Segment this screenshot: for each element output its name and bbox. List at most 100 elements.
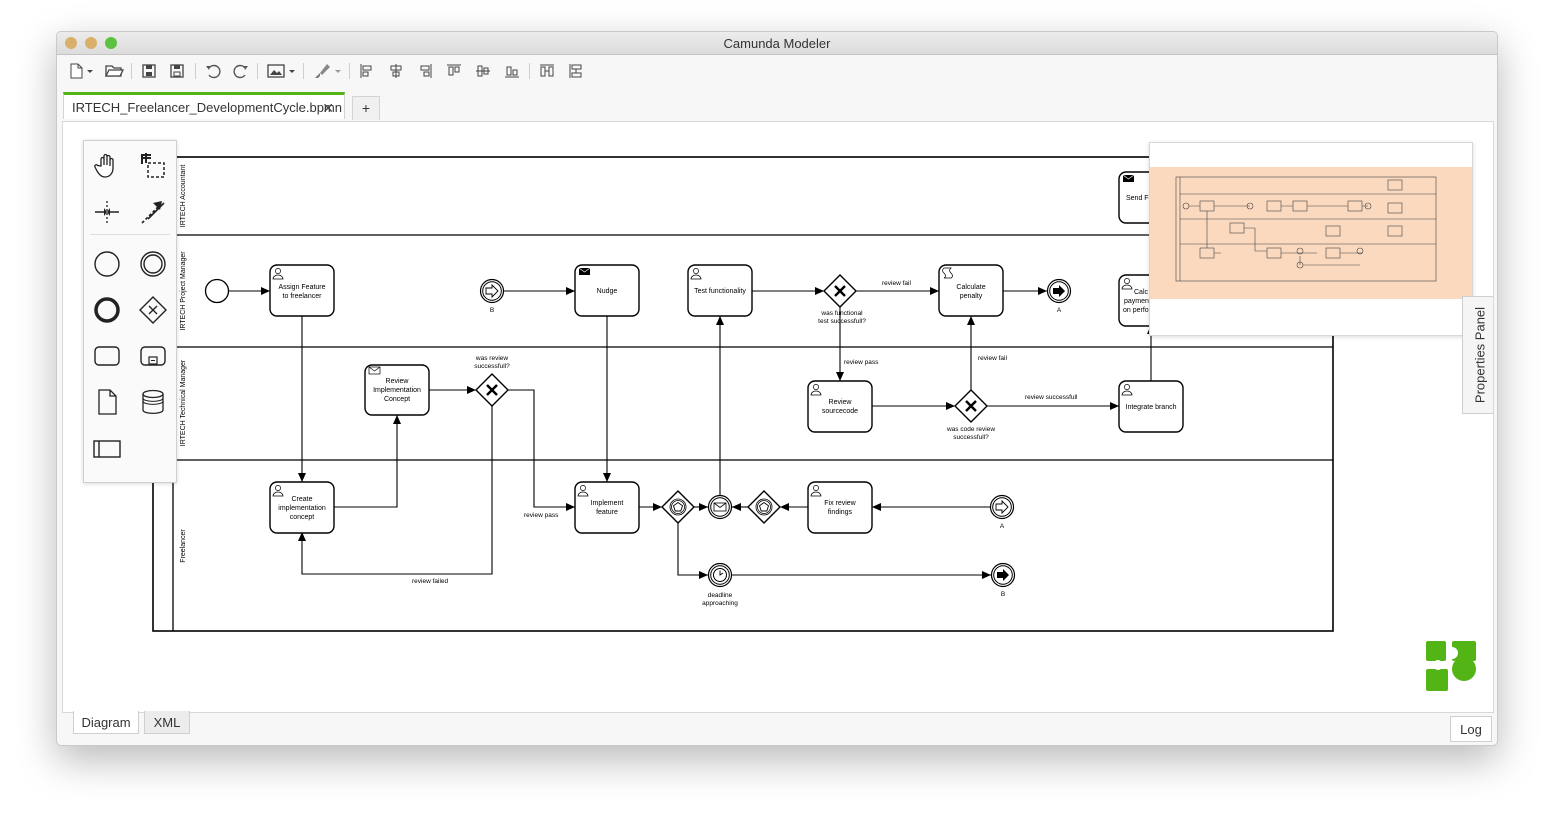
task-label: Integrate branch xyxy=(1126,404,1177,411)
start-event-icon xyxy=(94,251,120,277)
link-catch-event-a[interactable]: A xyxy=(989,494,1015,531)
event-based-gateway[interactable] xyxy=(747,490,781,524)
flow-label-review-fail: review fail xyxy=(882,280,911,287)
align-bottom-button[interactable] xyxy=(502,60,522,82)
tab-xml[interactable]: XML xyxy=(144,711,190,734)
image-icon xyxy=(267,64,295,78)
task-test-functionality[interactable]: Test functionality xyxy=(687,264,753,317)
event-label: deadline xyxy=(708,592,733,599)
hand-tool[interactable] xyxy=(90,149,124,183)
save-button[interactable] xyxy=(139,60,159,82)
end-event-icon xyxy=(94,297,120,323)
link-catch-event-b[interactable]: B xyxy=(479,278,505,315)
camunda-logo xyxy=(1426,641,1476,691)
align-center-button[interactable] xyxy=(386,60,406,82)
create-subprocess[interactable] xyxy=(136,339,170,373)
distribute-vertical-icon xyxy=(569,64,582,78)
gateway-review-successful[interactable]: was review successfull? xyxy=(474,355,510,407)
task-create-implementation-concept[interactable]: Create implementation concept xyxy=(269,481,335,534)
toolbar-separator xyxy=(529,63,530,79)
distribute-horizontal-button[interactable] xyxy=(537,60,557,82)
align-right-button[interactable] xyxy=(415,60,435,82)
properties-panel-label: Properties Panel xyxy=(1472,306,1488,404)
task-assign-feature[interactable]: Assign Feature to freelancer xyxy=(269,264,335,317)
toolbar-separator xyxy=(131,63,132,79)
align-left-button[interactable] xyxy=(357,60,377,82)
align-top-icon xyxy=(447,64,461,76)
minimap-viewport[interactable] xyxy=(1150,167,1472,299)
link-throw-event-b[interactable]: B xyxy=(990,562,1016,599)
tool-palette xyxy=(83,140,177,483)
toolbar-separator xyxy=(349,63,350,79)
create-start-event[interactable] xyxy=(90,247,124,281)
close-tab-icon[interactable]: ✕ xyxy=(322,100,334,117)
link-throw-event-a[interactable]: A xyxy=(1046,278,1072,315)
event-label: A xyxy=(1000,523,1005,530)
task-implement-feature[interactable]: Implement feature xyxy=(574,481,640,534)
align-top-button[interactable] xyxy=(444,60,464,82)
event-label: A xyxy=(1057,307,1062,314)
subprocess-icon xyxy=(140,346,166,366)
create-data-store[interactable] xyxy=(136,385,170,419)
palette-separator xyxy=(90,234,170,235)
save-as-button[interactable] xyxy=(167,60,187,82)
distribute-vertical-button[interactable] xyxy=(566,60,586,82)
create-end-event[interactable] xyxy=(90,293,124,327)
color-picker-button[interactable] xyxy=(310,60,344,82)
create-data-object[interactable] xyxy=(90,385,124,419)
new-file-icon xyxy=(70,63,93,79)
gateway-functional-test[interactable]: was functional test successfull? xyxy=(818,274,866,325)
create-intermediate-event[interactable] xyxy=(136,247,170,281)
gateway-label: was review xyxy=(475,355,508,362)
open-file-button[interactable] xyxy=(103,60,125,82)
align-center-icon xyxy=(390,64,402,78)
lasso-tool[interactable] xyxy=(136,149,170,183)
tab-diagram-label: Diagram xyxy=(81,714,131,730)
new-tab-button[interactable]: + xyxy=(352,96,380,120)
task-integrate-branch[interactable]: Integrate branch xyxy=(1118,380,1184,433)
start-event[interactable] xyxy=(204,278,230,304)
redo-icon xyxy=(233,64,248,79)
connect-tool[interactable] xyxy=(136,195,170,229)
align-right-icon xyxy=(420,64,432,78)
properties-panel-toggle[interactable]: Properties Panel xyxy=(1462,296,1493,414)
task-label: Assign Feature xyxy=(278,284,325,291)
redo-button[interactable] xyxy=(231,60,251,82)
task-review-sourcecode[interactable]: Review sourcecode xyxy=(807,380,873,433)
flow-label-review-successfull: review successfull xyxy=(1025,394,1078,401)
timer-event-deadline[interactable]: deadline approaching xyxy=(702,562,738,608)
gateway-label: successfull? xyxy=(953,434,989,441)
toolbar-separator xyxy=(257,63,258,79)
create-pool[interactable] xyxy=(90,432,124,466)
export-image-button[interactable] xyxy=(264,60,298,82)
log-button[interactable]: Log xyxy=(1450,716,1492,742)
task-review-implementation-concept[interactable]: Review Implementation Concept xyxy=(364,364,430,416)
space-tool[interactable] xyxy=(90,195,124,229)
message-catch-event[interactable] xyxy=(707,494,733,520)
tab-label: IRTECH_Freelancer_DevelopmentCycle.bpmn xyxy=(72,99,342,115)
sequence-flows xyxy=(229,287,1155,579)
task-fix-review-findings[interactable]: Fix review findings xyxy=(807,481,873,534)
undo-button[interactable] xyxy=(203,60,223,82)
create-gateway[interactable] xyxy=(136,293,170,327)
task-calculate-penalty[interactable]: Calculate penalty xyxy=(938,264,1004,317)
create-task[interactable] xyxy=(90,339,124,373)
minimap[interactable] xyxy=(1149,142,1473,336)
lane-label-accountant: IRTECH Accountant xyxy=(180,165,187,228)
new-file-button[interactable] xyxy=(65,60,95,82)
toolbar-separator xyxy=(303,63,304,79)
diagram-canvas[interactable]: IRTECH Accountant IRTECH Project Manager… xyxy=(62,121,1494,713)
title-bar: Camunda Modeler xyxy=(57,32,1497,55)
event-label: approaching xyxy=(702,600,738,607)
undo-icon xyxy=(206,64,221,79)
toolbar-separator xyxy=(195,63,196,79)
task-nudge[interactable]: Nudge xyxy=(574,264,640,317)
file-tabs: IRTECH_Freelancer_DevelopmentCycle.bpmn … xyxy=(57,90,1497,122)
tab-diagram[interactable]: Diagram xyxy=(73,711,139,734)
intermediate-event-icon xyxy=(140,251,166,277)
gateway-code-review[interactable]: was code review successfull? xyxy=(946,389,995,441)
tab-freelancer-development-cycle[interactable]: IRTECH_Freelancer_DevelopmentCycle.bpmn … xyxy=(63,92,345,119)
task-label: Implementation xyxy=(373,387,421,394)
event-based-gateway[interactable] xyxy=(661,490,695,524)
align-middle-button[interactable] xyxy=(473,60,493,82)
